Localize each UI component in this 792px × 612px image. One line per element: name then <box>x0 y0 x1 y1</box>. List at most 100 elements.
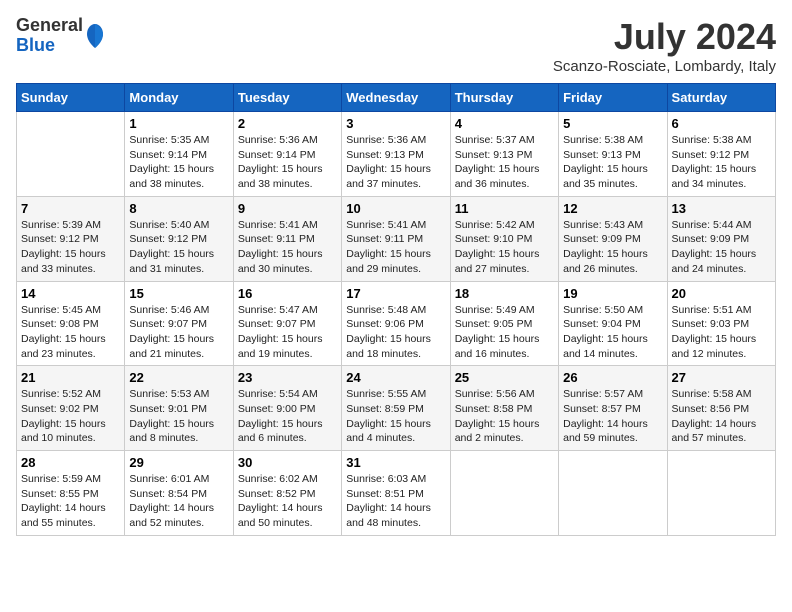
week-row-5: 28 Sunrise: 5:59 AMSunset: 8:55 PMDayligh… <box>17 451 776 536</box>
calendar-cell: 13 Sunrise: 5:44 AMSunset: 9:09 PMDayligh… <box>667 196 775 281</box>
cell-info: Sunrise: 5:51 AMSunset: 9:03 PMDaylight:… <box>672 303 771 362</box>
day-number: 31 <box>346 455 445 470</box>
calendar-cell: 7 Sunrise: 5:39 AMSunset: 9:12 PMDaylight… <box>17 196 125 281</box>
calendar-cell: 22 Sunrise: 5:53 AMSunset: 9:01 PMDayligh… <box>125 366 233 451</box>
day-number: 14 <box>21 286 120 301</box>
cell-info: Sunrise: 5:49 AMSunset: 9:05 PMDaylight:… <box>455 303 554 362</box>
cell-info: Sunrise: 5:36 AMSunset: 9:14 PMDaylight:… <box>238 133 337 192</box>
calendar-cell: 26Sunrise: 5:57 AMSunset: 8:57 PMDayligh… <box>559 366 667 451</box>
header-friday: Friday <box>559 84 667 112</box>
week-row-4: 21 Sunrise: 5:52 AMSunset: 9:02 PMDayligh… <box>17 366 776 451</box>
cell-info: Sunrise: 5:38 AMSunset: 9:12 PMDaylight:… <box>672 133 771 192</box>
title-block: July 2024 Scanzo-Rosciate, Lombardy, Ita… <box>553 16 776 75</box>
day-number: 28 <box>21 455 120 470</box>
header-row: SundayMondayTuesdayWednesdayThursdayFrid… <box>17 84 776 112</box>
calendar-cell: 8 Sunrise: 5:40 AMSunset: 9:12 PMDaylight… <box>125 196 233 281</box>
header-thursday: Thursday <box>450 84 558 112</box>
day-number: 23 <box>238 370 337 385</box>
cell-info: Sunrise: 5:37 AMSunset: 9:13 PMDaylight:… <box>455 133 554 192</box>
calendar-cell: 11Sunrise: 5:42 AMSunset: 9:10 PMDayligh… <box>450 196 558 281</box>
cell-info: Sunrise: 6:03 AMSunset: 8:51 PMDaylight:… <box>346 472 445 531</box>
calendar-cell: 5 Sunrise: 5:38 AMSunset: 9:13 PMDaylight… <box>559 112 667 197</box>
header-monday: Monday <box>125 84 233 112</box>
cell-info: Sunrise: 5:35 AMSunset: 9:14 PMDaylight:… <box>129 133 228 192</box>
day-number: 25 <box>455 370 554 385</box>
cell-info: Sunrise: 5:50 AMSunset: 9:04 PMDaylight:… <box>563 303 662 362</box>
cell-info: Sunrise: 5:41 AMSunset: 9:11 PMDaylight:… <box>346 218 445 277</box>
calendar-cell: 2 Sunrise: 5:36 AMSunset: 9:14 PMDaylight… <box>233 112 341 197</box>
day-number: 18 <box>455 286 554 301</box>
day-number: 19 <box>563 286 662 301</box>
calendar-cell <box>450 451 558 536</box>
day-number: 15 <box>129 286 228 301</box>
logo-blue: Blue <box>16 36 83 56</box>
day-number: 17 <box>346 286 445 301</box>
header-sunday: Sunday <box>17 84 125 112</box>
day-number: 12 <box>563 201 662 216</box>
day-number: 29 <box>129 455 228 470</box>
calendar-cell: 4 Sunrise: 5:37 AMSunset: 9:13 PMDaylight… <box>450 112 558 197</box>
day-number: 1 <box>129 116 228 131</box>
cell-info: Sunrise: 5:52 AMSunset: 9:02 PMDaylight:… <box>21 387 120 446</box>
day-number: 10 <box>346 201 445 216</box>
cell-info: Sunrise: 5:54 AMSunset: 9:00 PMDaylight:… <box>238 387 337 446</box>
cell-info: Sunrise: 6:02 AMSunset: 8:52 PMDaylight:… <box>238 472 337 531</box>
day-number: 22 <box>129 370 228 385</box>
calendar-cell: 18 Sunrise: 5:49 AMSunset: 9:05 PMDayligh… <box>450 281 558 366</box>
header-saturday: Saturday <box>667 84 775 112</box>
cell-info: Sunrise: 5:48 AMSunset: 9:06 PMDaylight:… <box>346 303 445 362</box>
cell-info: Sunrise: 5:55 AMSunset: 8:59 PMDaylight:… <box>346 387 445 446</box>
cell-info: Sunrise: 5:39 AMSunset: 9:12 PMDaylight:… <box>21 218 120 277</box>
cell-info: Sunrise: 5:58 AMSunset: 8:56 PMDaylight:… <box>672 387 771 446</box>
day-number: 4 <box>455 116 554 131</box>
week-row-2: 7 Sunrise: 5:39 AMSunset: 9:12 PMDaylight… <box>17 196 776 281</box>
day-number: 13 <box>672 201 771 216</box>
day-number: 2 <box>238 116 337 131</box>
day-number: 8 <box>129 201 228 216</box>
day-number: 3 <box>346 116 445 131</box>
logo-general: General <box>16 16 83 36</box>
day-number: 20 <box>672 286 771 301</box>
month-title: July 2024 <box>553 16 776 58</box>
day-number: 5 <box>563 116 662 131</box>
calendar-cell: 12Sunrise: 5:43 AMSunset: 9:09 PMDayligh… <box>559 196 667 281</box>
calendar-cell: 3 Sunrise: 5:36 AMSunset: 9:13 PMDaylight… <box>342 112 450 197</box>
header-wednesday: Wednesday <box>342 84 450 112</box>
day-number: 21 <box>21 370 120 385</box>
cell-info: Sunrise: 5:46 AMSunset: 9:07 PMDaylight:… <box>129 303 228 362</box>
calendar-cell: 19 Sunrise: 5:50 AMSunset: 9:04 PMDayligh… <box>559 281 667 366</box>
cell-info: Sunrise: 6:01 AMSunset: 8:54 PMDaylight:… <box>129 472 228 531</box>
cell-info: Sunrise: 5:40 AMSunset: 9:12 PMDaylight:… <box>129 218 228 277</box>
cell-info: Sunrise: 5:56 AMSunset: 8:58 PMDaylight:… <box>455 387 554 446</box>
calendar-cell: 21 Sunrise: 5:52 AMSunset: 9:02 PMDayligh… <box>17 366 125 451</box>
logo-icon <box>85 22 105 50</box>
day-number: 30 <box>238 455 337 470</box>
calendar-cell <box>667 451 775 536</box>
header-tuesday: Tuesday <box>233 84 341 112</box>
calendar-cell <box>17 112 125 197</box>
calendar-cell: 20 Sunrise: 5:51 AMSunset: 9:03 PMDayligh… <box>667 281 775 366</box>
calendar-cell: 14Sunrise: 5:45 AMSunset: 9:08 PMDayligh… <box>17 281 125 366</box>
cell-info: Sunrise: 5:57 AMSunset: 8:57 PMDaylight:… <box>563 387 662 446</box>
day-number: 11 <box>455 201 554 216</box>
calendar-cell: 28 Sunrise: 5:59 AMSunset: 8:55 PMDayligh… <box>17 451 125 536</box>
calendar-cell: 31 Sunrise: 6:03 AMSunset: 8:51 PMDayligh… <box>342 451 450 536</box>
cell-info: Sunrise: 5:47 AMSunset: 9:07 PMDaylight:… <box>238 303 337 362</box>
cell-info: Sunrise: 5:36 AMSunset: 9:13 PMDaylight:… <box>346 133 445 192</box>
cell-info: Sunrise: 5:44 AMSunset: 9:09 PMDaylight:… <box>672 218 771 277</box>
calendar-cell: 24Sunrise: 5:55 AMSunset: 8:59 PMDayligh… <box>342 366 450 451</box>
location: Scanzo-Rosciate, Lombardy, Italy <box>553 58 776 75</box>
calendar-cell: 1 Sunrise: 5:35 AMSunset: 9:14 PMDaylight… <box>125 112 233 197</box>
calendar-cell: 9Sunrise: 5:41 AMSunset: 9:11 PMDaylight… <box>233 196 341 281</box>
calendar-cell: 10 Sunrise: 5:41 AMSunset: 9:11 PMDayligh… <box>342 196 450 281</box>
day-number: 7 <box>21 201 120 216</box>
cell-info: Sunrise: 5:53 AMSunset: 9:01 PMDaylight:… <box>129 387 228 446</box>
week-row-3: 14Sunrise: 5:45 AMSunset: 9:08 PMDayligh… <box>17 281 776 366</box>
day-number: 9 <box>238 201 337 216</box>
cell-info: Sunrise: 5:59 AMSunset: 8:55 PMDaylight:… <box>21 472 120 531</box>
calendar-table: SundayMondayTuesdayWednesdayThursdayFrid… <box>16 83 776 536</box>
logo: General Blue <box>16 16 105 56</box>
day-number: 6 <box>672 116 771 131</box>
calendar-cell: 16Sunrise: 5:47 AMSunset: 9:07 PMDayligh… <box>233 281 341 366</box>
cell-info: Sunrise: 5:38 AMSunset: 9:13 PMDaylight:… <box>563 133 662 192</box>
